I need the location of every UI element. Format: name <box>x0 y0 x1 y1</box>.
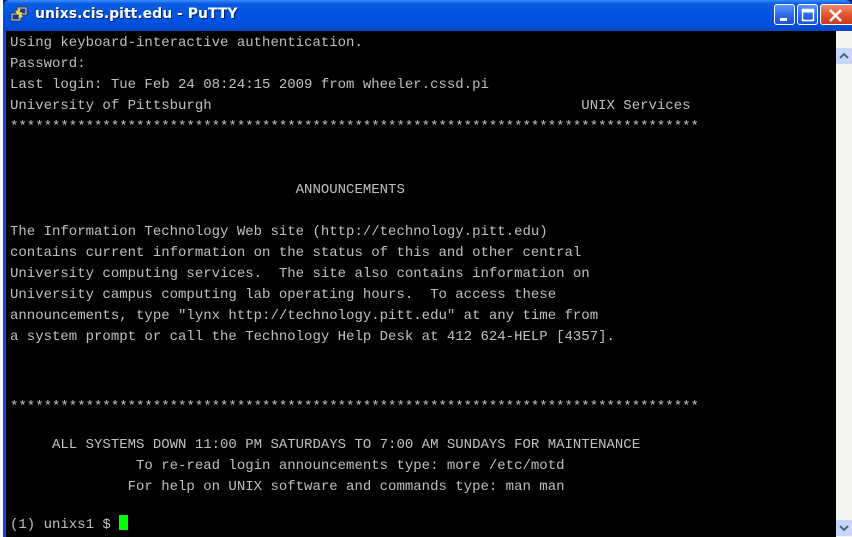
terminal-line: ANNOUNCEMENTS <box>10 182 405 198</box>
terminal-line: For help on UNIX software and commands t… <box>10 479 565 495</box>
terminal-line: University campus computing lab operatin… <box>10 287 557 303</box>
terminal-line: contains current information on the stat… <box>10 245 582 261</box>
putty-icon[interactable] <box>9 6 29 24</box>
terminal-line: University computing services. The site … <box>10 266 590 282</box>
terminal-line: Password: <box>10 56 86 72</box>
shell-prompt: (1) unixs1 $ <box>10 517 120 533</box>
terminal-screen[interactable]: Using keyboard-interactive authenticatio… <box>6 31 836 537</box>
close-button[interactable] <box>820 4 852 25</box>
scroll-up-button[interactable] <box>836 48 852 64</box>
scroll-down-button[interactable] <box>836 520 852 536</box>
chevron-up-icon <box>839 52 849 59</box>
minimize-button[interactable] <box>774 4 795 25</box>
terminal-line: The Information Technology Web site (htt… <box>10 224 548 240</box>
terminal-line: ****************************************… <box>10 399 699 415</box>
close-icon <box>829 9 842 22</box>
vertical-scrollbar[interactable] <box>836 31 852 537</box>
prompt-line[interactable]: (1) unixs1 $ <box>10 515 129 535</box>
window-title: unixs.cis.pitt.edu - PuTTY <box>35 6 238 22</box>
maximize-button[interactable] <box>797 4 818 25</box>
terminal-line: ****************************************… <box>10 119 699 135</box>
putty-window: unixs.cis.pitt.edu - PuTTY Using keyboar… <box>3 0 852 537</box>
terminal-line: a system prompt or call the Technology H… <box>10 329 615 345</box>
maximize-icon <box>801 8 815 22</box>
minimize-icon <box>780 18 787 21</box>
terminal-line: Using keyboard-interactive authenticatio… <box>10 35 363 51</box>
text-cursor <box>119 515 129 530</box>
terminal-line: announcements, type "lynx http://technol… <box>10 308 599 324</box>
terminal-line: To re-read login announcements type: mor… <box>10 458 565 474</box>
terminal-line: University of Pittsburgh UNIX Services <box>10 98 691 114</box>
title-bar[interactable]: unixs.cis.pitt.edu - PuTTY <box>3 0 852 31</box>
terminal-line: Last login: Tue Feb 24 08:24:15 2009 fro… <box>10 77 489 93</box>
chevron-down-icon <box>839 525 849 532</box>
terminal-line: ALL SYSTEMS DOWN 11:00 PM SATURDAYS TO 7… <box>10 437 641 453</box>
